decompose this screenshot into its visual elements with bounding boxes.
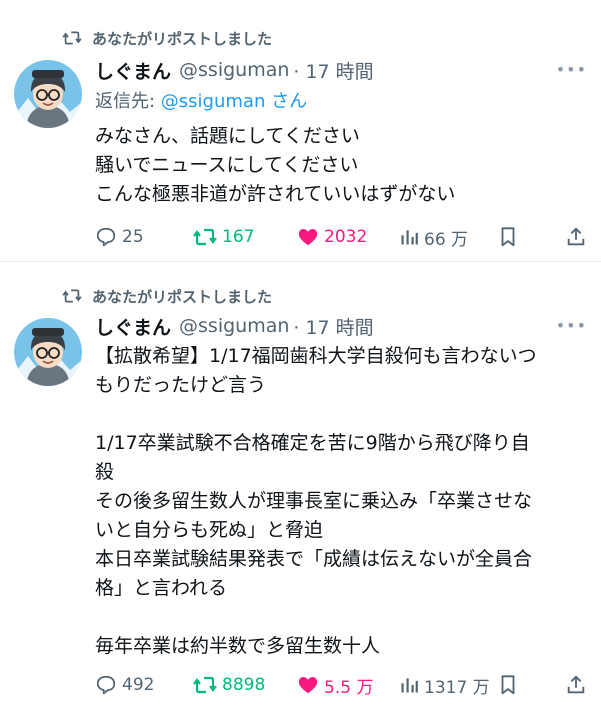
views-icon [401, 230, 418, 245]
tweet-header: しぐまん @ssiguman · 17 時間 [95, 312, 374, 340]
reply-context: 返信先: @ssiguman さん [95, 88, 307, 116]
action-bar: 25 167 2032 66 万 [95, 222, 587, 252]
timestamp[interactable]: · 17 時間 [293, 313, 373, 340]
heart-icon [298, 677, 318, 694]
bookmark-icon [501, 227, 515, 247]
tweet-text: みなさん、話題にしてください 騒いでニュースにしてください こんな極悪非道が許さ… [95, 125, 456, 205]
reply-mention[interactable]: @ssiguman [161, 91, 266, 112]
repost-icon [62, 31, 82, 45]
views-count: 66 万 [424, 229, 469, 250]
display-name[interactable]: しぐまん [95, 313, 171, 340]
tweet-header: しぐまん @ssiguman · 17 時間 [95, 56, 374, 84]
tweet-text: 【拡散希望】1/17福岡歯科大学自殺何も言わないつ もりだったけど言う 1/17… [95, 345, 537, 657]
heart-icon [298, 229, 318, 246]
bookmark-button[interactable] [498, 226, 523, 248]
action-bar: 492 8898 5.5 万 1317 万 [95, 670, 587, 700]
views-button[interactable]: 66 万 [399, 225, 468, 250]
repost-count: 8898 [222, 675, 266, 695]
reply-icon [96, 227, 116, 247]
bookmark-icon [501, 675, 515, 695]
avatar[interactable] [14, 318, 82, 386]
repost-context: あなたがリポストしました [62, 26, 272, 50]
timestamp[interactable]: · 17 時間 [293, 57, 373, 84]
display-name[interactable]: しぐまん [95, 57, 171, 84]
share-icon [567, 675, 585, 694]
avatar[interactable] [14, 60, 82, 128]
share-button[interactable] [565, 674, 592, 696]
more-icon[interactable]: ••• [556, 316, 587, 335]
repost-context: あなたがリポストしました [62, 284, 272, 308]
user-handle[interactable]: @ssiguman [179, 59, 289, 81]
views-count: 1317 万 [424, 677, 490, 698]
bookmark-button[interactable] [498, 674, 523, 696]
reply-prefix: 返信先: [95, 91, 161, 112]
repost-label: あなたがリポストしました [92, 29, 273, 48]
reply-suffix: さん [265, 91, 308, 112]
like-count: 5.5 万 [324, 677, 374, 698]
reply-count: 492 [122, 675, 155, 695]
share-icon [567, 227, 585, 246]
user-handle[interactable]: @ssiguman [179, 315, 289, 337]
reply-icon [96, 675, 116, 695]
share-button[interactable] [565, 226, 592, 248]
repost-button[interactable]: 167 [193, 227, 254, 247]
more-icon[interactable]: ••• [556, 60, 587, 79]
repost-label: あなたがリポストしました [92, 287, 273, 306]
reply-button[interactable]: 25 [95, 226, 144, 248]
reply-button[interactable]: 492 [95, 674, 154, 696]
like-count: 2032 [324, 227, 368, 247]
tweet[interactable]: あなたがリポストしました しぐまん @ssiguman · 17 時間 ••• … [0, 0, 601, 262]
repost-count: 167 [222, 227, 255, 247]
repost-icon [193, 228, 217, 246]
reply-count: 25 [122, 227, 144, 247]
tweet[interactable]: あなたがリポストしました しぐまん @ssiguman · 17 時間 ••• … [0, 262, 601, 716]
views-button[interactable]: 1317 万 [399, 673, 490, 698]
like-button[interactable]: 2032 [297, 226, 367, 248]
repost-button[interactable]: 8898 [193, 675, 265, 695]
like-button[interactable]: 5.5 万 [297, 673, 373, 698]
repost-icon [193, 676, 217, 694]
views-icon [401, 678, 418, 693]
repost-icon [62, 289, 82, 303]
